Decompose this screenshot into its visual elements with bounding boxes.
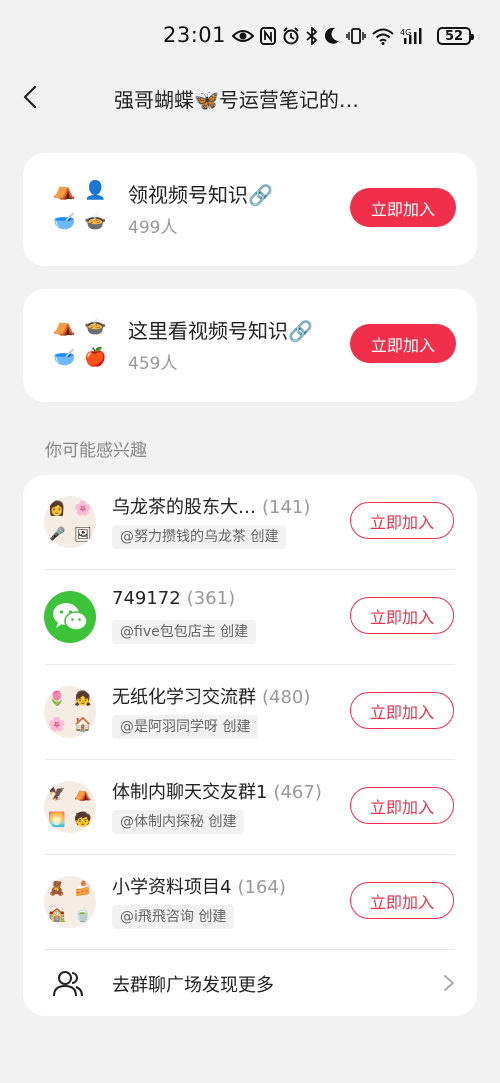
group-avatar: ⛺ 🍲 🥣 🍎 [49,311,111,373]
list-item[interactable]: 🌷 👧 🌸 🏠 无纸化学习交流群 (480) @是阿羽同学呀 创建 立即加入 [23,665,477,760]
list-item[interactable]: 749172 (361) @five包包店主 创建 立即加入 [23,570,477,665]
eye-icon [232,28,254,44]
join-button[interactable]: 立即加入 [350,882,454,919]
avatar-tile-icon: 🎤 [48,527,66,543]
group-member-count: (467) [273,782,322,803]
group-name-text: 749172 [112,588,181,609]
group-member-count: (480) [262,687,311,708]
group-avatar: 🦅 ⛺ 🌅 🧒 [44,781,96,833]
group-card[interactable]: ⛺ 🍲 🥣 🍎 这里看视频号知识🔗 459人 立即加入 [23,289,477,402]
list-item[interactable]: 🦅 ⛺ 🌅 🧒 体制内聊天交友群1 (467) @体制内探秘 创建 立即加入 [23,760,477,855]
avatar-tile-icon: 🍰 [74,881,92,897]
creator-tag: @i飛飛咨询 创建 [112,905,235,929]
tent-icon: ⛺ [53,179,76,201]
join-button[interactable]: 立即加入 [350,324,456,363]
portrait-icon: 👤 [84,179,107,201]
avatar-tile-icon: 🧸 [48,881,66,897]
group-name: 749172 (361) [112,588,235,609]
avatar-tile-icon: 🌸 [48,717,66,733]
soup-icon: 🍲 [84,210,107,232]
creator-tag: @体制内探秘 创建 [112,810,245,834]
group-member-count: (164) [237,877,286,898]
avatar-tile-icon: ⛺ [74,786,92,802]
tent-icon: ⛺ [53,315,76,337]
join-button[interactable]: 立即加入 [350,502,454,539]
join-button[interactable]: 立即加入 [350,188,456,227]
avatar-tile-icon: 👩 [48,501,66,517]
wechat-avatar [44,591,96,643]
join-button[interactable]: 立即加入 [350,787,454,824]
avatar-tile-icon: 🌅 [48,812,66,828]
group-name: 小学资料项目4 (164) [112,873,286,899]
group-avatar: 🌷 👧 🌸 🏠 [44,686,96,738]
wifi-icon [372,28,394,45]
header: 强哥蝴蝶🦋号运营笔记的… [0,72,500,122]
chevron-left-icon [23,85,37,109]
avatar-tile-icon: 🌸 [74,501,92,517]
back-button[interactable] [14,80,46,114]
group-name-text: 乌龙茶的股东大… [112,497,256,518]
group-name-text: 无纸化学习交流群 [112,687,256,708]
wechat-icon [53,603,88,631]
apple-icon: 🍎 [84,346,107,368]
battery-indicator: 52 [437,27,474,45]
recommendations-list: 👩 🌸 🎤 🖼 乌龙茶的股东大… (141) @努力攒钱的乌龙茶 创建 立即加入 … [23,475,477,1016]
creator-tag: @是阿羽同学呀 创建 [112,715,259,739]
group-users-icon [53,971,83,997]
avatar-tile-icon: 👧 [74,691,92,707]
vibrate-icon [346,27,366,45]
group-card[interactable]: ⛺ 👤 🥣 🍲 领视频号知识🔗 499人 立即加入 [23,153,477,266]
join-button[interactable]: 立即加入 [350,597,454,634]
group-name-text: 体制内聊天交友群1 [112,782,268,803]
chevron-right-icon [444,975,454,991]
bluetooth-icon [306,27,318,45]
group-name: 体制内聊天交友群1 (467) [112,778,322,804]
alarm-icon [282,27,300,45]
bowl-icon: 🥣 [53,346,76,368]
bowl-icon: 🥣 [53,210,76,232]
discover-more-label: 去群聊广场发现更多 [112,975,274,996]
avatar-tile-icon: 🌷 [48,691,66,707]
group-avatar: 👩 🌸 🎤 🖼 [44,496,96,548]
group-avatar: ⛺ 👤 🥣 🍲 [49,175,111,237]
page-title: 强哥蝴蝶🦋号运营笔记的… [114,88,359,112]
avatar-tile-icon: 🏠 [74,717,92,733]
creator-tag: @five包包店主 创建 [112,620,257,644]
group-name-text: 小学资料项目4 [112,877,232,898]
avatar-tile-icon: 🦅 [48,786,66,802]
group-member-count: (361) [186,588,236,609]
list-item[interactable]: 👩 🌸 🎤 🖼 乌龙茶的股东大… (141) @努力攒钱的乌龙茶 创建 立即加入 [23,475,477,570]
status-time: 23:01 [163,23,227,47]
group-name: 这里看视频号知识🔗 [128,319,313,343]
signal-4g-icon: 4G [400,27,426,45]
discover-more-row[interactable]: 去群聊广场发现更多 [23,950,477,1016]
group-member-count: 459人 [128,354,178,374]
status-bar: 23:01 4G 52 [0,0,500,72]
moon-icon [324,27,340,45]
group-name: 领视频号知识🔗 [128,183,273,207]
avatar-tile-icon: 🍵 [74,907,92,923]
section-title: 你可能感兴趣 [45,441,147,461]
group-member-count: (141) [262,497,311,518]
avatar-tile-icon: 🏫 [48,907,66,923]
creator-tag: @努力攒钱的乌龙茶 创建 [112,525,287,549]
group-avatar: 🧸 🍰 🏫 🍵 [44,876,96,928]
group-member-count: 499人 [128,218,178,238]
soup-icon: 🍲 [84,315,107,337]
list-item[interactable]: 🧸 🍰 🏫 🍵 小学资料项目4 (164) @i飛飛咨询 创建 立即加入 [23,855,477,950]
nfc-icon [260,27,276,45]
avatar-tile-icon: 🧒 [74,812,92,828]
avatar-tile-icon: 🖼 [74,527,92,543]
group-name: 乌龙茶的股东大… (141) [112,493,310,519]
group-name: 无纸化学习交流群 (480) [112,683,310,709]
join-button[interactable]: 立即加入 [350,692,454,729]
status-icons: 4G [232,22,426,50]
